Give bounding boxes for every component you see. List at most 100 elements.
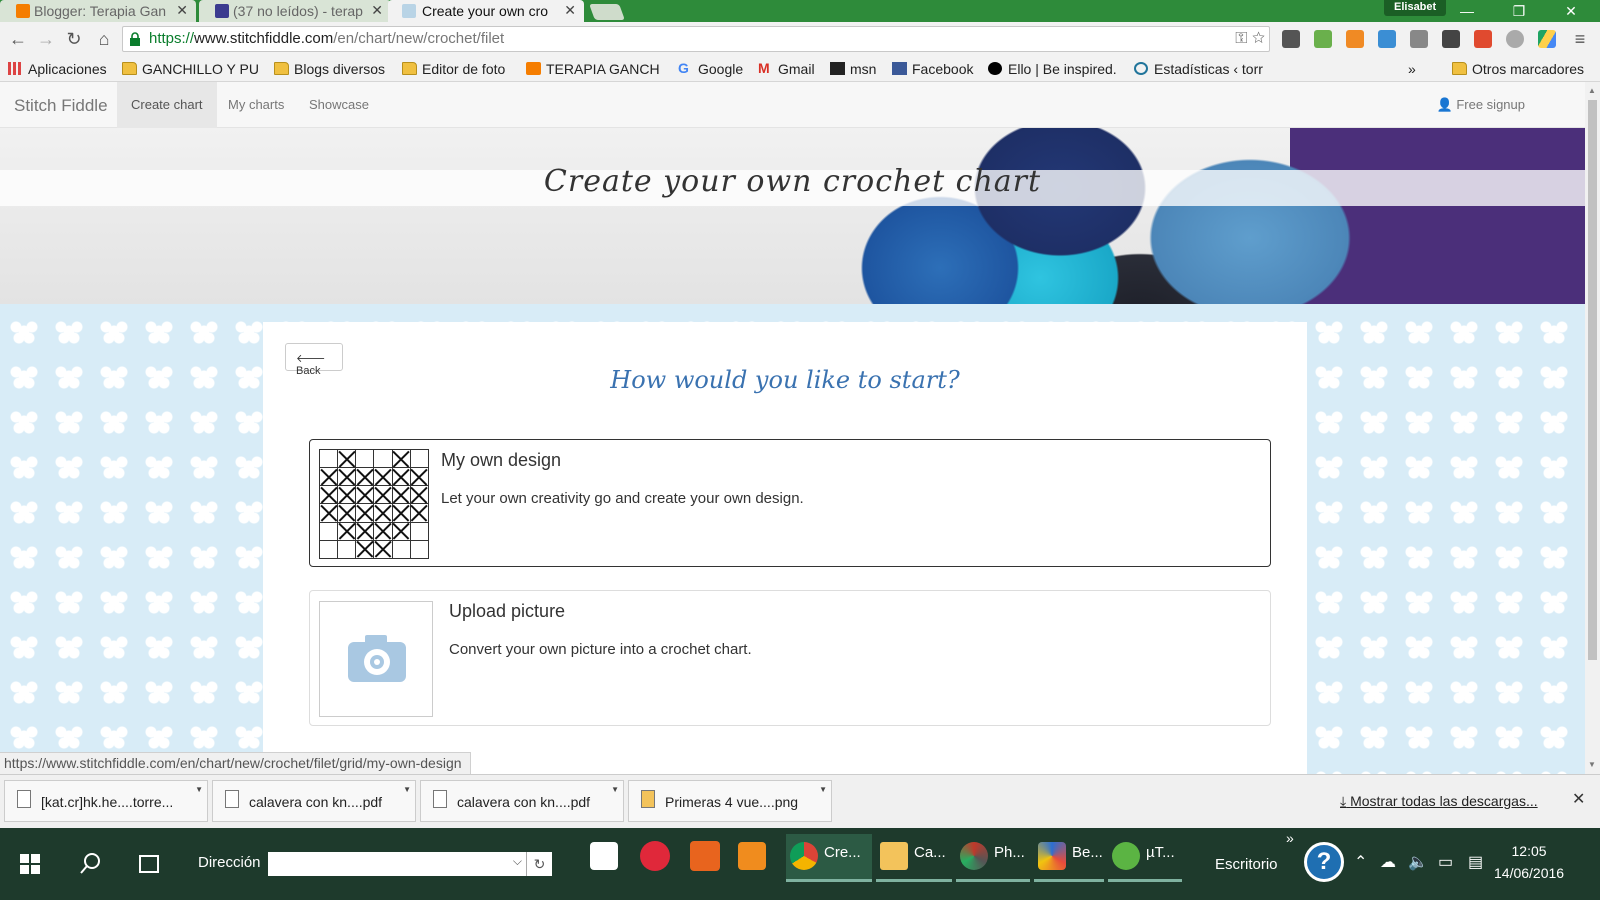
taskbar-overflow-button[interactable]: » (1286, 830, 1294, 846)
grid-cell-empty (356, 450, 375, 469)
close-tab-icon[interactable]: ✕ (176, 2, 188, 19)
bookmark-estadisticas[interactable]: Estadísticas ‹ torr (1134, 59, 1263, 79)
refresh-icon[interactable]: ↻ (526, 852, 552, 876)
folder-icon (880, 842, 908, 870)
close-tab-icon[interactable]: ✕ (371, 2, 383, 19)
extension-print-icon[interactable] (1314, 30, 1332, 48)
media-player-icon[interactable] (738, 842, 766, 870)
option-my-own-design[interactable]: My own design Let your own creativity go… (309, 439, 1271, 567)
reload-icon[interactable]: ↻ (62, 27, 86, 51)
forward-arrow-icon[interactable]: → (34, 27, 58, 51)
ello-icon (988, 62, 1002, 75)
close-shelf-icon[interactable]: ✕ (1572, 789, 1585, 809)
download-item[interactable]: calavera con kn....pdf ▼ (420, 780, 624, 822)
nav-showcase[interactable]: Showcase (295, 82, 383, 128)
option-upload-picture[interactable]: Upload picture Convert your own picture … (309, 590, 1271, 726)
taskbar-clock[interactable]: 12:05 14/06/2016 (1494, 840, 1564, 884)
bookmark-facebook[interactable]: Facebook (892, 59, 973, 79)
close-window-icon[interactable]: ✕ (1548, 0, 1594, 22)
address-toolbar-input[interactable]: ⌵ (268, 852, 526, 876)
page-scrollbar[interactable]: ▲ ▼ (1585, 82, 1600, 774)
google-drive-icon[interactable] (1538, 30, 1556, 48)
scroll-down-icon[interactable]: ▼ (1588, 760, 1596, 769)
taskbar-explorer[interactable]: Ca... (876, 834, 952, 882)
bookmark-editor[interactable]: Editor de foto (402, 59, 505, 79)
bookmark-gmail[interactable]: M Gmail (758, 59, 815, 79)
extension-chart-icon[interactable] (1346, 30, 1364, 48)
task-view-icon[interactable] (136, 854, 162, 874)
extension-pocket-icon[interactable] (1442, 30, 1460, 48)
search-icon[interactable] (80, 852, 102, 874)
help-icon[interactable]: ? (1304, 842, 1344, 882)
taskbar-chrome[interactable]: Cre... (786, 834, 872, 882)
minimize-icon[interactable]: — (1444, 0, 1490, 22)
image-file-icon (641, 790, 655, 808)
nav-my-charts[interactable]: My charts (214, 82, 298, 128)
key-icon[interactable]: ⚿ (1235, 30, 1247, 47)
taskbar-photo-editor[interactable]: Ph... (956, 834, 1030, 882)
extension-calendar-icon[interactable] (1282, 30, 1300, 48)
bookmark-terapia[interactable]: TERAPIA GANCH (526, 59, 660, 79)
chevron-down-icon[interactable]: ▼ (611, 785, 619, 794)
tab-mail[interactable]: (37 no leídos) - terap ✕ (199, 0, 391, 22)
taskbar-be[interactable]: Be... (1034, 834, 1104, 882)
notifications-icon[interactable]: ▤ (1468, 852, 1483, 872)
onedrive-icon[interactable]: ☁ (1380, 852, 1396, 872)
tab-stitchfiddle[interactable]: Create your own cro ✕ (388, 0, 584, 22)
chevron-down-icon[interactable]: ⌵ (513, 854, 522, 869)
bookmark-label: Editor de foto (422, 61, 506, 77)
chevron-down-icon[interactable]: ▼ (403, 785, 411, 794)
volume-icon[interactable]: 🔈 (1408, 852, 1428, 872)
office-icon[interactable] (690, 841, 720, 871)
new-tab-button[interactable] (589, 4, 625, 20)
bookmark-google[interactable]: G Google (678, 59, 743, 79)
network-icon[interactable]: ▭ (1438, 852, 1453, 872)
site-brand[interactable]: Stitch Fiddle (14, 96, 108, 116)
page-viewport: Stitch Fiddle Create chart My charts Sho… (0, 82, 1585, 774)
chevron-up-icon[interactable]: ⌃ (1354, 852, 1367, 872)
home-icon[interactable]: ⌂ (92, 27, 116, 51)
windows-taskbar: Dirección ⌵ ↻ Cre... Ca... Ph... Be... µ… (0, 828, 1600, 900)
scrollbar-thumb[interactable] (1588, 100, 1597, 660)
bookmark-ello[interactable]: Ello | Be inspired. (988, 59, 1117, 79)
bookmark-msn[interactable]: msn (830, 59, 876, 79)
desktop-toolbar-label[interactable]: Escritorio (1215, 856, 1278, 873)
bookmark-other[interactable]: Otros marcadores (1452, 59, 1584, 79)
flower-app-icon[interactable] (640, 841, 670, 871)
show-all-downloads-link[interactable]: ⤓ Mostrar todas las descargas... (1340, 793, 1538, 810)
chevron-down-icon[interactable]: ▼ (819, 785, 827, 794)
profile-badge[interactable]: Elisabet (1384, 0, 1447, 16)
address-bar[interactable]: https://www.stitchfiddle.com/en/chart/ne… (122, 26, 1270, 52)
bookmarks-overflow-button[interactable]: » (1408, 59, 1416, 79)
nav-create-chart[interactable]: Create chart (117, 82, 217, 128)
grid-cell-filled (392, 450, 411, 469)
menu-icon[interactable]: ≡ (1568, 27, 1592, 51)
restore-icon[interactable]: ❐ (1496, 0, 1542, 22)
download-item[interactable]: calavera con kn....pdf ▼ (212, 780, 416, 822)
extension-palette-icon[interactable] (1506, 30, 1524, 48)
windows-start-icon[interactable] (20, 854, 40, 874)
close-tab-icon[interactable]: ✕ (564, 2, 576, 19)
bookmark-blogs[interactable]: Blogs diversos (274, 59, 385, 79)
extension-window-icon[interactable] (1378, 30, 1396, 48)
bookmark-ganchillo[interactable]: GANCHILLO Y PU (122, 59, 259, 79)
star-icon[interactable]: ☆ (1252, 30, 1265, 47)
taskbar-utorrent[interactable]: µT... (1108, 834, 1182, 882)
store-icon[interactable] (590, 842, 618, 870)
link-status-bar: https://www.stitchfiddle.com/en/chart/ne… (0, 752, 471, 774)
tab-blogger[interactable]: Blogger: Terapia Gan ✕ (0, 0, 196, 22)
download-filename: Primeras 4 vue....png (665, 794, 799, 810)
extension-eyedropper-icon[interactable] (1410, 30, 1428, 48)
download-item[interactable]: Primeras 4 vue....png ▼ (628, 780, 832, 822)
grid-cell-filled (392, 504, 411, 523)
grid-cell-filled (338, 522, 357, 541)
scroll-up-icon[interactable]: ▲ (1588, 86, 1596, 95)
extension-plus-icon[interactable] (1474, 30, 1492, 48)
tab-label: Blogger: Terapia Gan (34, 3, 167, 19)
bookmark-apps[interactable]: Aplicaciones (8, 59, 107, 79)
chevron-down-icon[interactable]: ▼ (195, 785, 203, 794)
download-item[interactable]: [kat.cr]hk.he....torre... ▼ (4, 780, 208, 822)
bookmark-label: Estadísticas ‹ torr (1154, 61, 1263, 77)
free-signup-link[interactable]: 👤 Free signup (1437, 97, 1525, 113)
back-arrow-icon[interactable]: ← (6, 27, 30, 51)
